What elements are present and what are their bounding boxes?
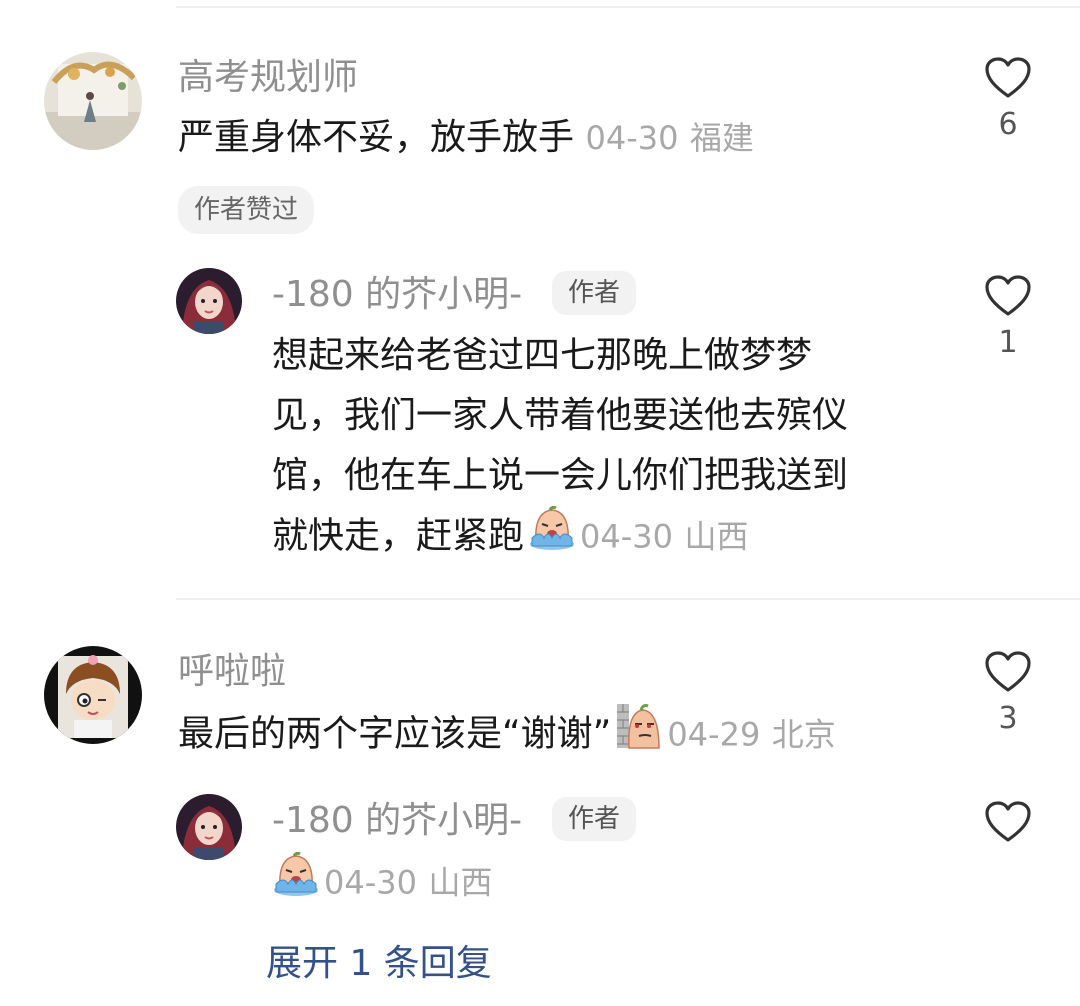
comment-date: 04-29 [667,715,761,754]
like-count: 6 [998,107,1018,142]
like-count: 3 [998,701,1018,736]
comment-divider [176,598,1080,600]
heart-icon [985,801,1031,842]
reply-username[interactable]: -180 的芥小明- [272,277,522,313]
comment-location: 北京 [771,715,836,754]
comment-body: 最后的两个字应该是“谢谢” [178,713,612,755]
like-count: 1 [998,325,1018,360]
comment-text: 严重身体不妥，放手放手 04-30 福建 [178,108,754,168]
comment-username[interactable]: 呼啦啦 [178,654,286,690]
reply-last-line: 就快走，赶紧跑 04-30 山西 [272,505,922,569]
like-button[interactable] [978,800,1038,854]
reply-line: 见，我们一家人带着他要送他去殡仪 [272,395,849,436]
like-button[interactable]: 1 [978,274,1038,358]
avatar-author[interactable] [176,794,242,860]
heart-icon [985,651,1031,692]
comment-date: 04-30 [585,119,679,157]
reply-date: 04-30 [324,863,417,902]
author-liked-badge: 作者赞过 [178,186,315,234]
expand-replies-link[interactable]: 展开 1 条回复 [266,934,492,986]
reply-line: 就快走，赶紧跑 [272,515,525,557]
peeking-face-emoji [615,702,663,769]
comment-text: 最后的两个字应该是“谢谢” 04-29 北京 [178,702,836,769]
reply-date: 04-30 [580,517,673,556]
reply-line: 馆，他在车上说一会儿你们把我送到 [272,455,849,496]
comment-username[interactable]: 高考规划师 [178,60,358,96]
heart-icon [985,57,1031,98]
heart-icon [985,275,1031,316]
avatar-author[interactable] [176,268,242,334]
crying-face-emoji [272,851,320,915]
avatar-gaokao[interactable] [44,52,142,150]
top-divider [176,6,1080,8]
like-button[interactable]: 3 [978,650,1038,734]
comment-location: 福建 [689,119,754,157]
reply-line: 想起来给老爸过四七那晚上做梦梦 [272,335,813,376]
author-tag: 作者 [552,797,637,841]
reply-location: 山西 [684,517,749,556]
comment-body: 严重身体不妥，放手放手 [178,117,575,158]
reply-username[interactable]: -180 的芥小明- [272,803,522,839]
like-button[interactable]: 6 [978,56,1038,140]
reply-location: 山西 [428,863,493,902]
avatar-hulala[interactable] [44,646,142,744]
author-tag: 作者 [552,271,637,315]
reply-text: 04-30 山西 [272,851,493,915]
reply-text: 想起来给老爸过四七那晚上做梦梦 见，我们一家人带着他要送他去殡仪 馆，他在车上说… [272,326,922,569]
crying-face-emoji [528,505,576,569]
